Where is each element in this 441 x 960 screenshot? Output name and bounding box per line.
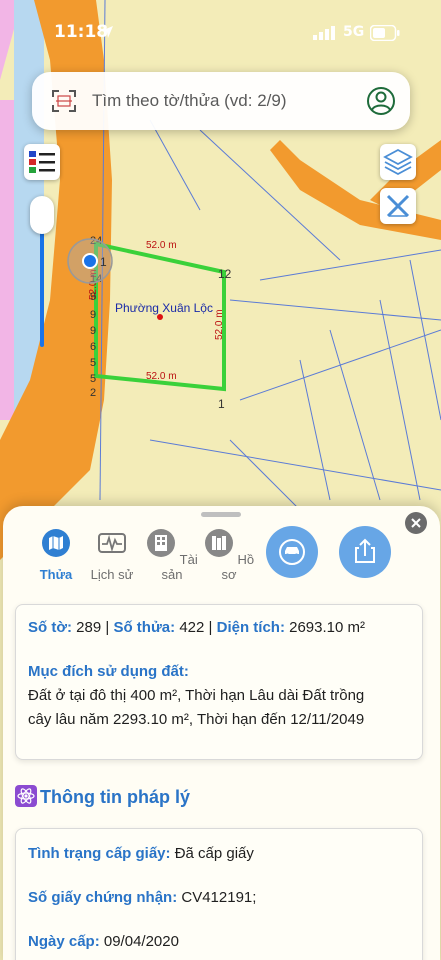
search-input[interactable] <box>92 86 352 116</box>
legal-section-title: Thông tin pháp lý <box>15 785 190 808</box>
directions-button[interactable] <box>266 526 318 578</box>
signal-icon <box>313 26 335 40</box>
ngay-cap-row: Ngày cấp: 09/04/2020 <box>28 933 179 950</box>
ngay-cap-label: Ngày cấp: <box>28 933 100 950</box>
documents-icon <box>204 529 233 557</box>
opacity-slider-handle[interactable] <box>30 196 54 234</box>
parcel-info-sheet: Thửa Lịch sử Tài sản Hồ sơ Số tờ: 289 | … <box>3 506 440 960</box>
so-giay-row: Số giấy chứng nhận: CV412191; <box>28 889 256 906</box>
muc-dich-label: Mục đích sử dụng đất: <box>28 663 189 680</box>
current-location-icon <box>82 253 98 269</box>
measure-button[interactable] <box>380 188 416 224</box>
dien-tich-label: Diện tích: <box>216 619 285 636</box>
layers-icon <box>383 148 413 176</box>
legend-button[interactable] <box>24 144 60 180</box>
legal-info-card: Tình trạng cấp giấy: Đã cấp giấy Số giấy… <box>15 828 423 960</box>
sheet-drag-handle[interactable] <box>201 512 241 517</box>
so-to-value: 289 <box>76 619 102 636</box>
atom-icon <box>15 785 37 807</box>
edge-label-bottom: 52.0 m <box>146 371 177 382</box>
parcel-summary-row: Số tờ: 289 | Số thửa: 422 | Diện tích: 2… <box>28 619 365 636</box>
parcel-number-1: 1 <box>218 397 225 411</box>
tab-tai-san[interactable]: Tài sản <box>144 528 200 582</box>
share-icon <box>355 538 375 563</box>
road-label: 6 <box>90 341 96 353</box>
dien-tich-value: 2693.10 m² <box>289 619 366 636</box>
close-icon <box>411 518 421 528</box>
road-label: 2 <box>90 387 96 399</box>
tab-label: Thửa <box>39 567 73 582</box>
so-giay-label: Số giấy chứng nhận: <box>28 889 178 906</box>
tab-label: Lịch sử <box>90 567 134 582</box>
road-label: 9 <box>90 291 96 303</box>
parcel-number-12: 12 <box>218 267 232 281</box>
parcel-info-card: Số tờ: 289 | Số thửa: 422 | Diện tích: 2… <box>15 604 423 760</box>
share-button[interactable] <box>339 526 391 578</box>
status-bar: 11:18 5G <box>0 0 441 62</box>
ngay-cap-value: 09/04/2020 <box>103 933 179 950</box>
muc-dich-line-2: cây lâu năm 2293.10 m², Thời hạn đến 12/… <box>28 711 365 728</box>
search-bar[interactable] <box>32 72 410 130</box>
tab-lich-su[interactable]: Lịch sử <box>84 528 140 582</box>
so-thua-label: Số thửa: <box>113 619 176 636</box>
separator: | <box>105 619 110 636</box>
tinh-trang-row: Tình trạng cấp giấy: Đã cấp giấy <box>28 845 254 862</box>
tinh-trang-value: Đã cấp giấy <box>174 845 254 862</box>
scan-qr-icon[interactable] <box>52 90 76 112</box>
tinh-trang-label: Tình trạng cấp giấy: <box>28 845 171 862</box>
battery-icon <box>370 25 400 41</box>
road-label: 5 <box>90 373 96 385</box>
network-type: 5G <box>343 24 365 40</box>
ward-label: Phường Xuân Lộc <box>115 301 213 315</box>
legend-list-icon <box>29 151 55 173</box>
edge-label-top: 52.0 m <box>146 240 177 251</box>
user-profile-icon[interactable] <box>366 86 396 116</box>
close-sheet-button[interactable] <box>405 512 427 534</box>
tab-thua[interactable]: Thửa <box>28 528 84 582</box>
parcel-number-near-marker: 1 <box>100 255 107 269</box>
so-to-label: Số tờ: <box>28 619 72 636</box>
layers-button[interactable] <box>380 144 416 180</box>
history-icon <box>98 533 126 553</box>
road-label: 9 <box>90 325 96 337</box>
so-thua-value: 422 <box>179 619 205 636</box>
map-icon <box>42 529 70 557</box>
location-arrow-icon <box>101 26 113 38</box>
tab-ho-so[interactable]: Hồ sơ <box>201 528 257 582</box>
so-giay-value: CV412191; <box>181 889 257 906</box>
car-icon <box>279 539 305 565</box>
edge-label-right: 52.0 m <box>214 309 225 340</box>
building-icon <box>147 529 176 557</box>
ward-marker <box>157 314 163 320</box>
separator: | <box>208 619 213 636</box>
road-label: 9 <box>90 309 96 321</box>
legal-title-text: Thông tin pháp lý <box>40 787 190 807</box>
muc-dich-line-1: Đất ở tại đô thị 400 m², Thời hạn Lâu dà… <box>28 687 365 704</box>
road-label: 5 <box>90 357 96 369</box>
ruler-cross-icon <box>386 194 410 218</box>
